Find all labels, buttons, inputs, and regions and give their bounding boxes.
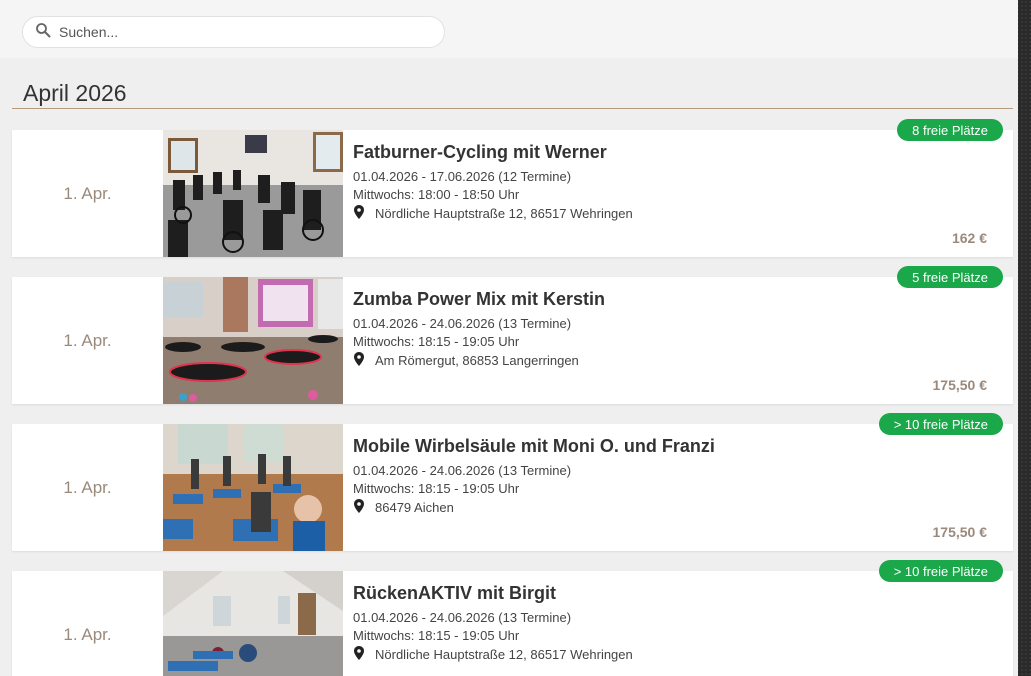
course-period: 01.04.2026 - 24.06.2026 (13 Termine) — [353, 316, 572, 331]
course-card[interactable]: 1. Apr. — [12, 266, 1013, 404]
course-title[interactable]: Fatburner-Cycling mit Werner — [353, 142, 607, 163]
course-card[interactable]: 1. Apr. RückenAKTIV mit Birgit 01.04.202… — [12, 560, 1013, 676]
course-location: Nördliche Hauptstraße 12, 86517 Wehringe… — [353, 205, 633, 222]
course-date: 1. Apr. — [63, 330, 112, 350]
course-location: 86479 Aichen — [353, 499, 454, 516]
course-period: 01.04.2026 - 24.06.2026 (13 Termine) — [353, 610, 572, 625]
search-box[interactable] — [22, 16, 445, 48]
course-date: 1. Apr. — [63, 183, 112, 203]
course-location: Am Römergut, 86853 Langerringen — [353, 352, 579, 369]
course-title[interactable]: RückenAKTIV mit Birgit — [353, 583, 556, 604]
course-schedule: Mittwochs: 18:15 - 19:05 Uhr — [353, 481, 520, 496]
course-card[interactable]: 1. Apr. — [12, 413, 1013, 551]
free-spots-badge: 8 freie Plätze — [897, 119, 1003, 141]
course-period: 01.04.2026 - 17.06.2026 (12 Termine) — [353, 169, 572, 184]
free-spots-badge: > 10 freie Plätze — [878, 413, 1003, 435]
course-date: 1. Apr. — [63, 624, 112, 644]
search-bar-area — [0, 0, 1018, 58]
month-divider — [12, 108, 1013, 109]
spinning-room-image[interactable] — [163, 130, 343, 257]
course-schedule: Mittwochs: 18:15 - 19:05 Uhr — [353, 334, 520, 349]
gymnastics-class-image[interactable] — [163, 424, 343, 551]
course-location-text: Nördliche Hauptstraße 12, 86517 Wehringe… — [375, 206, 633, 221]
course-price: 175,50 € — [932, 524, 988, 540]
course-location-text: 86479 Aichen — [375, 500, 454, 515]
location-pin-icon — [353, 352, 375, 369]
course-schedule: Mittwochs: 18:15 - 19:05 Uhr — [353, 628, 520, 643]
course-list-panel: April 2026 1. Apr. — [0, 0, 1018, 676]
location-pin-icon — [353, 646, 375, 663]
month-heading: April 2026 — [23, 80, 127, 106]
search-icon — [35, 22, 51, 43]
free-spots-badge: > 10 freie Plätze — [878, 560, 1003, 582]
free-spots-badge: 5 freie Plätze — [897, 266, 1003, 288]
course-location-text: Nördliche Hauptstraße 12, 86517 Wehringe… — [375, 647, 633, 662]
course-location-text: Am Römergut, 86853 Langerringen — [375, 353, 579, 368]
course-price: 175,50 € — [932, 377, 988, 393]
course-period: 01.04.2026 - 24.06.2026 (13 Termine) — [353, 463, 572, 478]
course-location: Nördliche Hauptstraße 12, 86517 Wehringe… — [353, 646, 633, 663]
zumba-trampoline-image[interactable] — [163, 277, 343, 404]
course-card[interactable]: 1. Apr. — [12, 119, 1013, 257]
location-pin-icon — [353, 499, 375, 516]
attic-studio-image[interactable] — [163, 571, 343, 676]
course-date: 1. Apr. — [63, 477, 112, 497]
search-input[interactable] — [59, 24, 419, 40]
course-title[interactable]: Mobile Wirbelsäule mit Moni O. und Franz… — [353, 436, 715, 457]
course-schedule: Mittwochs: 18:00 - 18:50 Uhr — [353, 187, 520, 202]
course-price: 162 € — [951, 230, 987, 246]
course-title[interactable]: Zumba Power Mix mit Kerstin — [353, 289, 605, 310]
location-pin-icon — [353, 205, 375, 222]
